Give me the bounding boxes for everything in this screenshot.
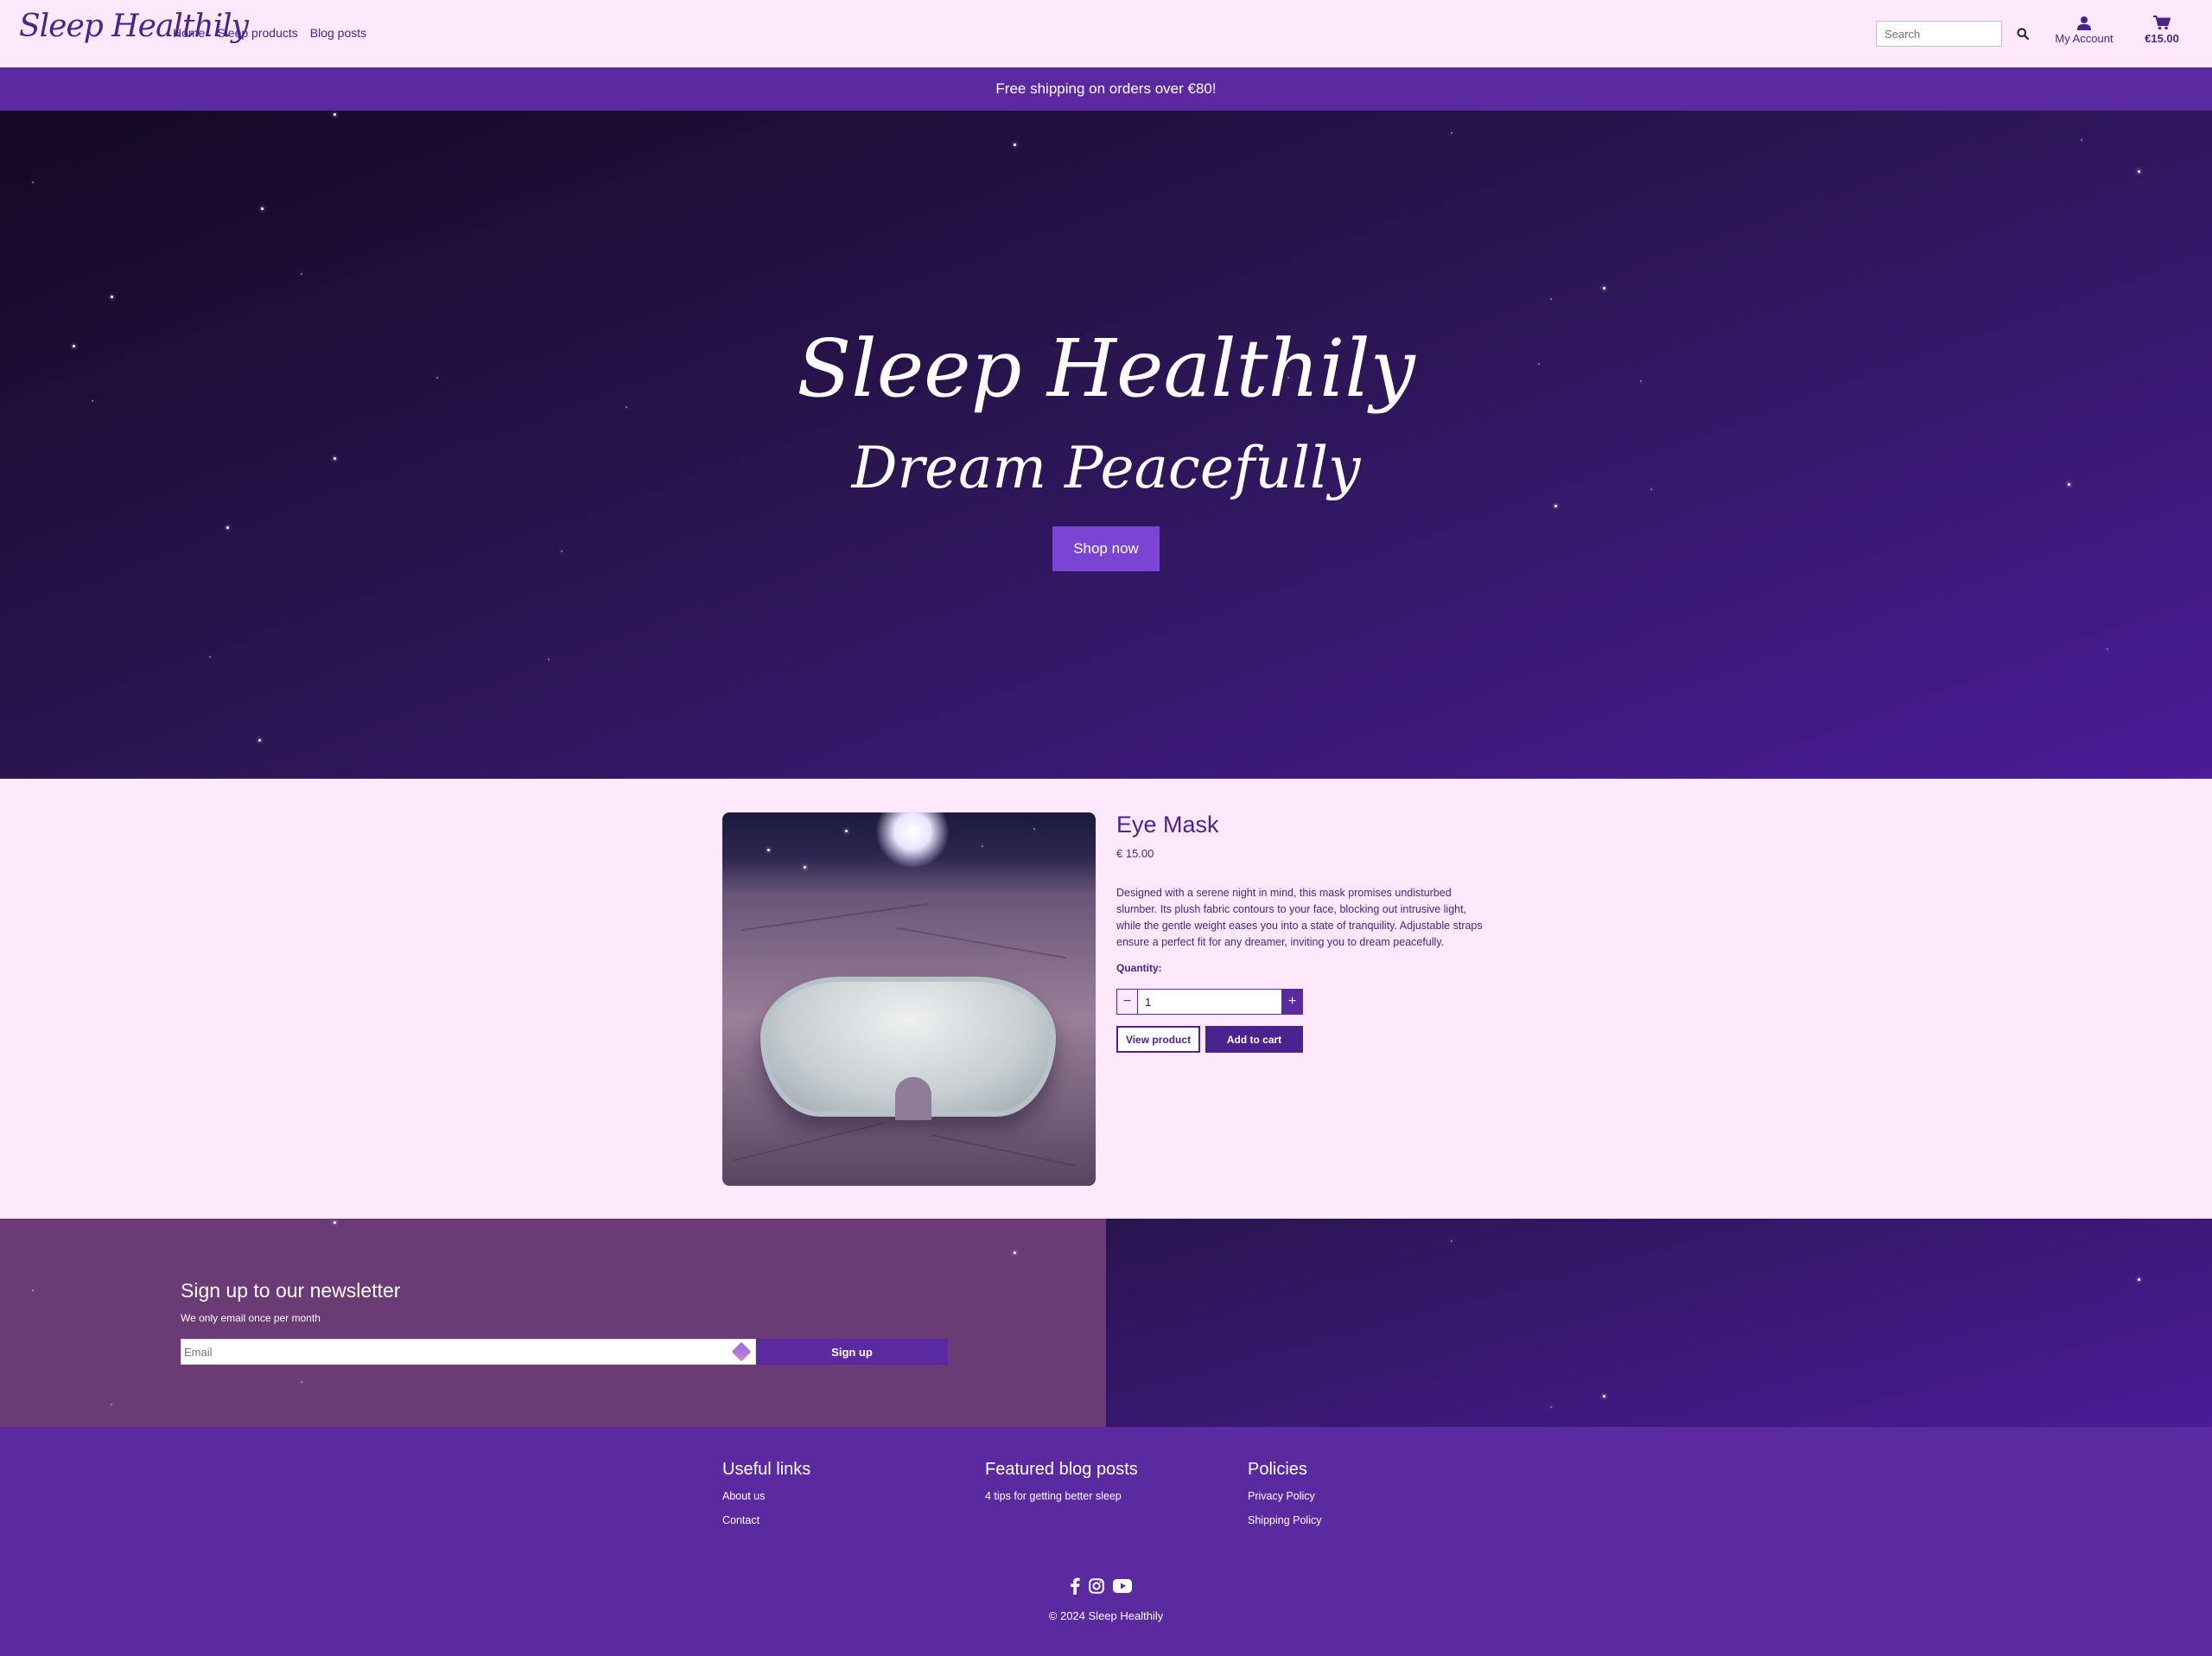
hero-title: Sleep Healthily (797, 322, 1415, 415)
footer-heading: Policies (1248, 1460, 1307, 1479)
star-decoration (1554, 505, 1557, 507)
star-decoration (301, 273, 302, 275)
quantity-decrease-button[interactable]: − (1116, 989, 1138, 1015)
user-icon (2077, 16, 2091, 30)
star-decoration (334, 1221, 336, 1224)
my-account-label: My Account (2055, 32, 2113, 45)
star-decoration (301, 1381, 302, 1383)
footer-link-contact[interactable]: Contact (722, 1514, 810, 1526)
star-decoration (226, 526, 229, 529)
product-description: Designed with a serene night in mind, th… (1116, 887, 1483, 948)
hero-section: Sleep Healthily Dream Peacefully Shop no… (0, 111, 2212, 779)
star-decoration (2138, 170, 2140, 173)
hero-subtitle: Dream Peacefully (851, 435, 1361, 501)
footer-column-policies: Policies Privacy Policy Shipping Policy (1248, 1460, 1321, 1538)
quantity-input[interactable] (1138, 989, 1281, 1015)
footer-link-privacy-policy[interactable]: Privacy Policy (1248, 1490, 1321, 1502)
star-decoration (1451, 1240, 1452, 1242)
newsletter-title: Sign up to our newsletter (181, 1279, 401, 1302)
product-title[interactable]: Eye Mask (1116, 812, 1219, 838)
search-button[interactable] (2012, 22, 2034, 45)
star-decoration (334, 113, 336, 116)
view-product-button[interactable]: View product (1116, 1026, 1200, 1053)
footer-column-blog-posts: Featured blog posts 4 tips for getting b… (985, 1460, 1138, 1514)
quantity-increase-button[interactable]: + (1281, 989, 1303, 1015)
footer-link-about-us[interactable]: About us (722, 1490, 810, 1502)
main-nav: Home Sleep products Blog posts (173, 26, 366, 40)
star-decoration (2138, 1278, 2140, 1281)
star-decoration (548, 659, 550, 660)
my-account-link[interactable]: My Account (2050, 16, 2119, 45)
star-decoration (32, 182, 34, 183)
cart-total: €15.00 (2145, 32, 2179, 45)
search-input[interactable] (1876, 21, 2002, 47)
footer-link-shipping-policy[interactable]: Shipping Policy (1248, 1514, 1321, 1526)
star-decoration (1014, 1252, 1016, 1254)
star-decoration (1033, 828, 1035, 830)
star-decoration (32, 1290, 34, 1291)
fabric-fold (733, 1122, 885, 1162)
newsletter-section: Sign up to our newsletter We only email … (0, 1219, 2212, 1427)
star-decoration (1451, 132, 1452, 134)
cart-icon (2153, 16, 2171, 30)
nav-home[interactable]: Home (173, 26, 205, 40)
shipping-banner: Free shipping on orders over €80! (0, 67, 2212, 111)
mask-nose-cutout (895, 1077, 931, 1120)
facebook-icon[interactable] (1070, 1577, 1080, 1595)
star-decoration (111, 1404, 112, 1405)
site-header: Sleep Healthily Home Sleep products Blog… (0, 0, 2212, 67)
star-decoration (209, 656, 211, 658)
star-decoration (1014, 143, 1016, 146)
newsletter-panel: Sign up to our newsletter We only email … (0, 1219, 1106, 1427)
sign-up-button[interactable]: Sign up (756, 1339, 948, 1365)
shop-now-button[interactable]: Shop now (1052, 526, 1160, 571)
nav-sleep-products[interactable]: Sleep products (217, 26, 297, 40)
star-decoration (258, 739, 261, 742)
newsletter-background (1106, 1219, 2212, 1427)
site-footer: Useful links About us Contact Featured b… (0, 1427, 2212, 1656)
shipping-banner-text: Free shipping on orders over €80! (995, 80, 1217, 97)
star-decoration (111, 296, 113, 298)
star-decoration (561, 551, 563, 552)
star-decoration (767, 849, 770, 851)
add-to-cart-button[interactable]: Add to cart (1205, 1026, 1303, 1053)
star-decoration (1550, 298, 1552, 300)
star-decoration (845, 830, 848, 832)
footer-heading: Featured blog posts (985, 1460, 1138, 1479)
footer-column-useful-links: Useful links About us Contact (722, 1460, 810, 1538)
copyright-text: © 2024 Sleep Healthily (1048, 1609, 1164, 1622)
star-decoration (982, 845, 983, 847)
moon-glow (876, 812, 949, 868)
quantity-label: Quantity: (1116, 962, 1162, 974)
star-decoration (1603, 287, 1605, 290)
cart-link[interactable]: €15.00 (2139, 16, 2184, 45)
footer-heading: Useful links (722, 1460, 811, 1479)
eye-mask-illustration (760, 977, 1056, 1120)
fabric-fold (896, 927, 1067, 959)
fabric-fold (931, 1134, 1076, 1167)
star-decoration (261, 207, 264, 210)
youtube-icon[interactable] (1113, 1579, 1132, 1593)
search-icon (2017, 28, 2029, 40)
star-decoration (2081, 139, 2082, 141)
nav-blog-posts[interactable]: Blog posts (310, 26, 366, 40)
footer-link-blog-post[interactable]: 4 tips for getting better sleep (985, 1490, 1138, 1502)
password-manager-icon[interactable] (731, 1341, 752, 1362)
email-field[interactable] (181, 1340, 717, 1364)
star-decoration (2107, 648, 2108, 650)
newsletter-subtitle: We only email once per month (181, 1312, 321, 1324)
instagram-icon[interactable] (1089, 1578, 1104, 1594)
product-image[interactable] (722, 812, 1096, 1186)
star-decoration (804, 866, 806, 869)
star-decoration (1603, 1395, 1605, 1398)
star-decoration (1550, 1406, 1552, 1408)
email-field-wrapper (181, 1339, 756, 1365)
social-links (1070, 1577, 1132, 1595)
fabric-fold (740, 902, 930, 932)
product-price: € 15.00 (1116, 847, 1154, 860)
